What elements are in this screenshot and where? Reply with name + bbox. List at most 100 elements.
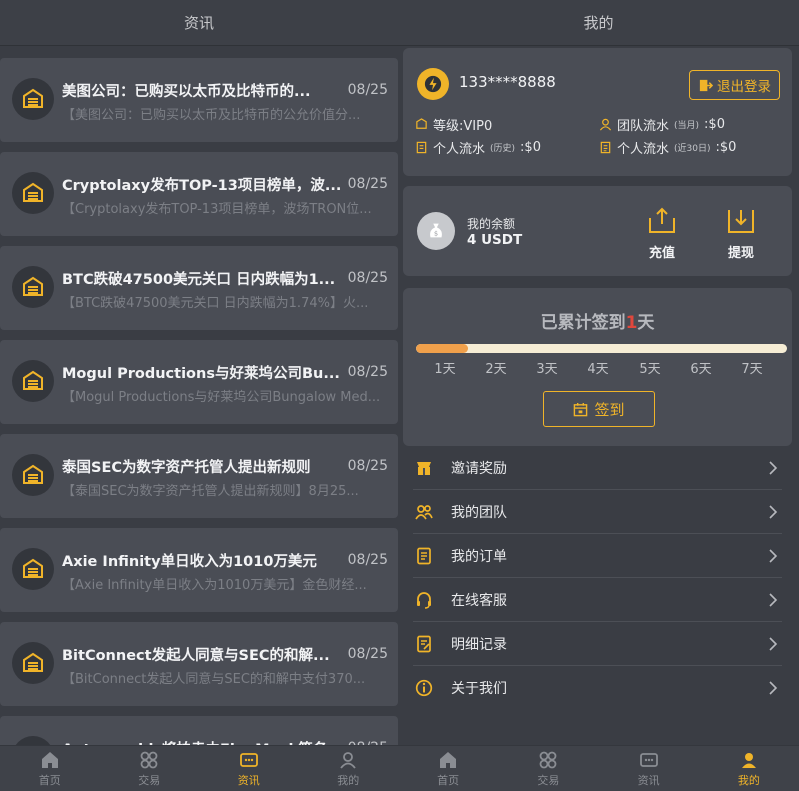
news-item[interactable]: 美图公司：已购买以太币及比特币的... 08/25 【美图公司：已购买以太币及比特币…	[0, 58, 398, 142]
signin-day-label: 4天	[587, 362, 609, 377]
signin-days: 1	[625, 313, 638, 333]
withdraw-label: 提现	[727, 246, 754, 261]
level-text: 等级:VIP0	[433, 119, 493, 134]
balance-label: 我的余额	[467, 217, 516, 231]
logout-button[interactable]: 退出登录	[689, 70, 780, 100]
signin-day-label: 2天	[485, 362, 507, 377]
level-stat: 等级:VIP0	[415, 115, 492, 134]
withdraw-button[interactable]: 提现	[716, 204, 766, 261]
news-title: Cryptolaxy发布TOP-13项目榜单，波...	[62, 178, 342, 194]
signin-title: 已累计签到1天	[403, 308, 792, 333]
menu-item-label: 我的订单	[451, 548, 507, 565]
tab-profile[interactable]: 我的	[699, 746, 799, 791]
chevron-right-icon	[769, 681, 778, 695]
personal-flow-30d-stat: 个人流水 (近30日) :$0	[599, 138, 736, 157]
news-item[interactable]: 泰国SEC为数字资产托管人提出新规则 08/25 【泰国SEC为数字资产托管人提出新…	[0, 434, 398, 518]
calendar-icon	[574, 402, 588, 416]
gift-box-icon	[413, 457, 435, 479]
news-title: Axie Infinity单日收入为1010万美元	[62, 554, 317, 570]
news-icon	[639, 752, 658, 767]
chevron-right-icon	[769, 549, 778, 563]
news-thumbnail	[12, 266, 54, 308]
news-summary: 【Cryptolaxy发布TOP-13项目榜单，波场TRON位...	[62, 202, 372, 217]
left-tab-bar: 首页 交易 资讯 我的	[0, 745, 398, 791]
profile-page-title: 我的	[398, 0, 799, 46]
signin-day-label: 6天	[690, 362, 712, 377]
menu-item[interactable]: 我的团队	[413, 490, 782, 534]
personal-flow-30d-label: 个人流水	[617, 142, 670, 157]
menu-item-label: 邀请奖励	[451, 460, 507, 477]
file-icon	[416, 141, 427, 154]
team-user-icon	[599, 118, 612, 131]
info-icon	[413, 677, 435, 699]
chevron-right-icon	[769, 461, 778, 475]
personal-flow-30d-value: :$0	[715, 140, 737, 155]
menu-item[interactable]: 明细记录	[413, 622, 782, 666]
signin-day-label: 7天	[741, 362, 763, 377]
profile-pane: 我的 133****8888 退出登录 等级:VIP0 团队流水 (当月) :$…	[398, 0, 799, 791]
headset-icon	[413, 589, 435, 611]
news-pane: 资讯 美图公司：已购买以太币及比特币的... 08/25 【美图公司：已购买以太币及…	[0, 0, 398, 791]
news-title: 泰国SEC为数字资产托管人提出新规则	[62, 460, 311, 476]
logout-label: 退出登录	[717, 79, 771, 94]
news-summary: 【BitConnect发起人同意与SEC的和解中支付370...	[62, 672, 366, 687]
news-thumbnail	[12, 360, 54, 402]
menu-item-label: 明细记录	[451, 636, 507, 653]
news-item[interactable]: BitConnect发起人同意与SEC的和解... 08/25 【BitConnec…	[0, 622, 398, 706]
news-thumbnail	[12, 172, 54, 214]
tab-trade[interactable]: 交易	[100, 746, 200, 791]
news-date: 08/25	[347, 82, 388, 98]
menu-item[interactable]: 关于我们	[413, 666, 782, 710]
home-icon	[41, 751, 58, 768]
svg-text:$: $	[434, 230, 438, 238]
tab-label: 我的	[737, 773, 760, 787]
logout-icon	[699, 79, 713, 91]
tab-label: 交易	[537, 773, 560, 787]
tab-label: 我的	[337, 773, 360, 787]
menu-item[interactable]: 邀请奖励	[413, 446, 782, 490]
news-item[interactable]: BTC跌破47500美元关口 日内跌幅为1... 08/25 【BTC跌破47500…	[0, 246, 398, 330]
news-date: 08/25	[347, 552, 388, 568]
document-stack-icon	[23, 88, 43, 108]
balance-card: $ 我的余额 4 USDT 充值 提现	[403, 186, 792, 276]
news-item[interactable]: Cryptolaxy发布TOP-13项目榜单，波... 08/25 【Cryptol…	[0, 152, 398, 236]
personal-flow-value: :$0	[520, 140, 541, 155]
tab-home[interactable]: 首页	[398, 746, 498, 791]
news-title: BitConnect发起人同意与SEC的和解...	[62, 648, 330, 664]
upload-icon	[649, 207, 675, 233]
document-stack-icon	[23, 370, 43, 390]
menu-item-label: 关于我们	[451, 681, 507, 697]
menu-item[interactable]: 我的订单	[413, 534, 782, 578]
tab-news[interactable]: 资讯	[599, 746, 699, 791]
tab-trade[interactable]: 交易	[498, 746, 598, 791]
recharge-button[interactable]: 充值	[637, 204, 687, 261]
profile-menu: 邀请奖励我的团队我的订单在线客服明细记录关于我们	[413, 446, 782, 710]
news-item[interactable]: Mogul Productions与好莱坞公司Bu... 08/25 【Mogul …	[0, 340, 398, 424]
news-thumbnail	[12, 454, 54, 496]
personal-flow-stat: 个人流水 (历史) :$0	[415, 138, 541, 157]
tab-profile[interactable]: 我的	[299, 746, 399, 791]
chevron-right-icon	[769, 593, 778, 607]
personal-flow-note: (历史)	[490, 144, 516, 154]
record-icon	[413, 633, 435, 655]
personal-flow-label: 个人流水	[433, 142, 486, 157]
signin-progress-bar	[416, 344, 787, 353]
news-date: 08/25	[347, 364, 388, 380]
right-tab-bar: 首页 交易 资讯 我的	[398, 745, 799, 791]
tab-label: 首页	[437, 773, 460, 787]
news-summary: 【BTC跌破47500美元关口 日内跌幅为1.74%】火...	[62, 296, 369, 311]
tab-news[interactable]: 资讯	[199, 746, 299, 791]
team-flow-label: 团队流水	[617, 119, 670, 134]
news-thumbnail	[12, 548, 54, 590]
news-date: 08/25	[347, 646, 388, 662]
profile-icon	[340, 751, 356, 769]
chevron-right-icon	[769, 505, 778, 519]
news-date: 08/25	[347, 458, 388, 474]
tab-home[interactable]: 首页	[0, 746, 100, 791]
signin-day-label: 1天	[434, 362, 456, 377]
news-item[interactable]: Axie Infinity单日收入为1010万美元 08/25 【Axie Infi…	[0, 528, 398, 612]
signin-button[interactable]: 签到	[543, 391, 655, 427]
signin-day-labels: 1天 2天 3天 4天 5天 6天 7天	[403, 358, 792, 378]
menu-item[interactable]: 在线客服	[413, 578, 782, 622]
signin-button-label: 签到	[594, 401, 625, 419]
